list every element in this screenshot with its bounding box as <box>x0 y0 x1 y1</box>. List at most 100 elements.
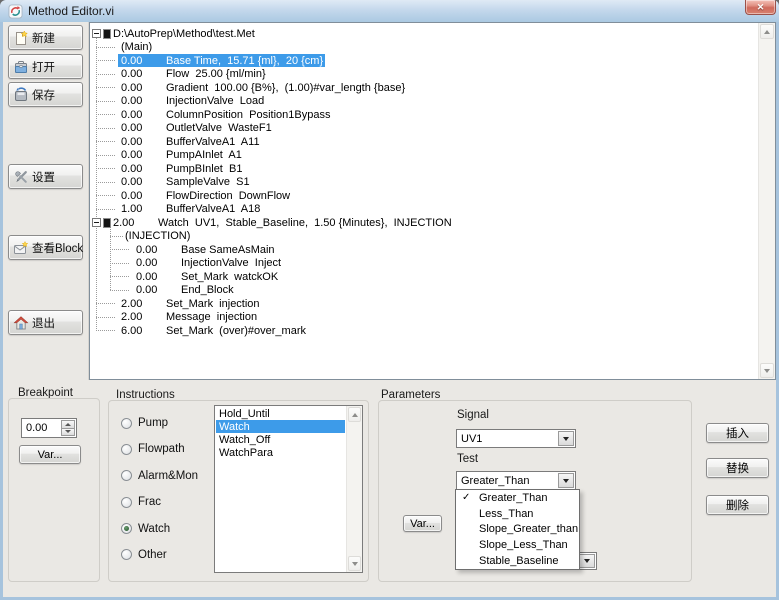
sidebar-button-new[interactable]: 新建 <box>8 25 83 50</box>
tree-row[interactable]: 0.00FlowDirection DownFlow <box>90 189 757 203</box>
radio-label: Alarm&Mon <box>138 470 198 482</box>
sidebar-button-exit[interactable]: 退出 <box>8 310 83 335</box>
tree-row[interactable]: 0.00OutletValve WasteF1 <box>90 122 757 136</box>
menu-item-greater-than[interactable]: ✓ Greater_Than <box>456 490 579 506</box>
tree-row-time: 2.00 <box>121 298 166 310</box>
tree-row[interactable]: 2.00Message injection <box>90 311 757 325</box>
tree-row[interactable]: 0.00Base SameAsMain <box>90 243 757 257</box>
menu-item-stable-baseline[interactable]: Stable_Baseline <box>456 553 579 569</box>
radio-other[interactable]: Other <box>121 548 198 562</box>
signal-dropdown-button[interactable] <box>558 431 574 446</box>
method-tree[interactable]: D:\AutoPrep\Method\test.Met(Main)0.00Bas… <box>89 22 776 380</box>
tree-row[interactable]: 0.00End_Block <box>90 284 757 298</box>
tree-row-text: InjectionValve Inject <box>181 257 281 269</box>
radio-watch[interactable]: Watch <box>121 522 198 536</box>
tree-row-text: Gradient 100.00 {B%}, (1.00)#var_length … <box>166 82 405 94</box>
parameters-var-button[interactable]: Var... <box>403 515 442 532</box>
tree-row-text: BufferValveA1 A18 <box>166 203 260 215</box>
tree-row-content: 2.00Set_Mark injection <box>121 297 260 310</box>
tree-row[interactable]: 2.00Watch UV1, Stable_Baseline, 1.50 {Mi… <box>90 216 757 230</box>
test-dropdown[interactable]: Greater_Than <box>456 471 576 490</box>
tree-row-text: Watch UV1, Stable_Baseline, 1.50 {Minute… <box>158 217 452 229</box>
listbox-item-watch-off[interactable]: Watch_Off <box>216 433 345 446</box>
radio-pump[interactable]: Pump <box>121 416 198 430</box>
covered-dropdown-button[interactable] <box>579 554 595 568</box>
open-folder-icon <box>13 59 29 75</box>
tree-row[interactable]: (Main) <box>90 41 757 55</box>
tree-connector <box>96 317 115 318</box>
sidebar-button-label: 保存 <box>32 87 55 103</box>
scroll-up-icon <box>764 30 770 34</box>
tree-row[interactable]: 0.00Gradient 100.00 {B%}, (1.00)#var_len… <box>90 81 757 95</box>
signal-value: UV1 <box>461 433 482 445</box>
breakpoint-value-spinner[interactable]: 0.00 <box>21 418 77 438</box>
menu-item-slope-less-than[interactable]: Slope_Less_Than <box>456 537 579 553</box>
radio-label: Frac <box>138 496 161 508</box>
test-dropdown-button[interactable] <box>558 473 574 488</box>
spinner-up-button[interactable] <box>61 420 75 429</box>
tree-row[interactable]: 2.00Set_Mark injection <box>90 297 757 311</box>
tree-connector <box>96 141 115 142</box>
tree-row[interactable]: 0.00SampleValve S1 <box>90 176 757 190</box>
tree-row[interactable]: 6.00Set_Mark (over)#over_mark <box>90 324 757 338</box>
tree-row[interactable]: (INJECTION) <box>90 230 757 244</box>
tree-row[interactable]: 1.00BufferValveA1 A18 <box>90 203 757 217</box>
radio-button-icon <box>121 497 132 508</box>
tree-row-content: 0.00ColumnPosition Position1Bypass <box>121 108 330 121</box>
tree-row[interactable]: 0.00Set_Mark watckOK <box>90 270 757 284</box>
tree-row[interactable]: 0.00InjectionValve Load <box>90 95 757 109</box>
tree-row[interactable]: 0.00Flow 25.00 {ml/min} <box>90 68 757 82</box>
signal-dropdown[interactable]: UV1 <box>456 429 576 448</box>
tree-row-content: 0.00SampleValve S1 <box>121 176 250 189</box>
scroll-down-button[interactable] <box>348 556 361 571</box>
tree-row[interactable]: 0.00InjectionValve Inject <box>90 257 757 271</box>
tree-row[interactable]: 0.00ColumnPosition Position1Bypass <box>90 108 757 122</box>
delete-button[interactable]: 删除 <box>706 495 769 515</box>
listbox-item-watchpara[interactable]: WatchPara <box>216 447 345 460</box>
collapse-icon[interactable] <box>92 218 101 227</box>
menu-item-label: Greater_Than <box>479 492 547 504</box>
listbox-item-hold-until[interactable]: Hold_Until <box>216 407 345 420</box>
tree-row[interactable]: 0.00PumpAInlet A1 <box>90 149 757 163</box>
tree-row-time: 2.00 <box>121 311 166 323</box>
close-button[interactable]: ✕ <box>745 0 776 15</box>
replace-button[interactable]: 替换 <box>706 458 769 478</box>
spinner-down-icon <box>65 430 71 433</box>
menu-item-less-than[interactable]: Less_Than <box>456 506 579 522</box>
radio-flowpath[interactable]: Flowpath <box>121 442 198 456</box>
tree-row-text: ColumnPosition Position1Bypass <box>166 109 330 121</box>
new-document-icon <box>13 30 29 46</box>
tree-connector <box>96 209 115 210</box>
scroll-down-button[interactable] <box>760 363 774 378</box>
tree-row[interactable]: 0.00PumpBInlet B1 <box>90 162 757 176</box>
tree-row[interactable]: 0.00BufferValveA1 A11 <box>90 135 757 149</box>
radio-frac[interactable]: Frac <box>121 495 198 509</box>
tree-row[interactable]: 0.00Base Time, 15.71 {ml}, 20 {cm} <box>90 54 757 68</box>
radio-alarm-mon[interactable]: Alarm&Mon <box>121 469 198 483</box>
sidebar-button-open[interactable]: 打开 <box>8 54 83 79</box>
spinner-down-button[interactable] <box>61 429 75 437</box>
listbox-scrollbar[interactable] <box>346 406 362 572</box>
listbox-item-watch[interactable]: Watch <box>216 420 345 433</box>
checkmark-icon: ✓ <box>462 492 470 503</box>
scroll-down-icon <box>352 562 358 566</box>
sidebar-button-save[interactable]: 保存 <box>8 82 83 107</box>
menu-item-slope-greater-than[interactable]: Slope_Greater_than <box>456 522 579 538</box>
sidebar-button-view-block[interactable]: 查看Block <box>8 235 83 260</box>
tree-row[interactable]: D:\AutoPrep\Method\test.Met <box>90 27 757 41</box>
breakpoint-var-button[interactable]: Var... <box>19 445 81 464</box>
sidebar-button-settings[interactable]: 设置 <box>8 164 83 189</box>
insert-button[interactable]: 插入 <box>706 423 769 443</box>
collapse-icon[interactable] <box>92 29 101 38</box>
method-node-icon <box>103 218 111 228</box>
tree-row-text: OutletValve WasteF1 <box>166 122 272 134</box>
tree-row-content: 0.00PumpAInlet A1 <box>121 149 242 162</box>
tree-scrollbar[interactable] <box>758 23 775 379</box>
tree-row-time: 0.00 <box>121 82 166 94</box>
tree-row-time: 0.00 <box>121 149 166 161</box>
scroll-up-button[interactable] <box>348 407 361 422</box>
scroll-up-button[interactable] <box>760 24 774 39</box>
titlebar[interactable]: Method Editor.vi ✕ <box>0 0 779 22</box>
instruction-listbox[interactable]: Hold_UntilWatchWatch_OffWatchPara <box>214 405 363 573</box>
tree-connector <box>110 236 123 237</box>
